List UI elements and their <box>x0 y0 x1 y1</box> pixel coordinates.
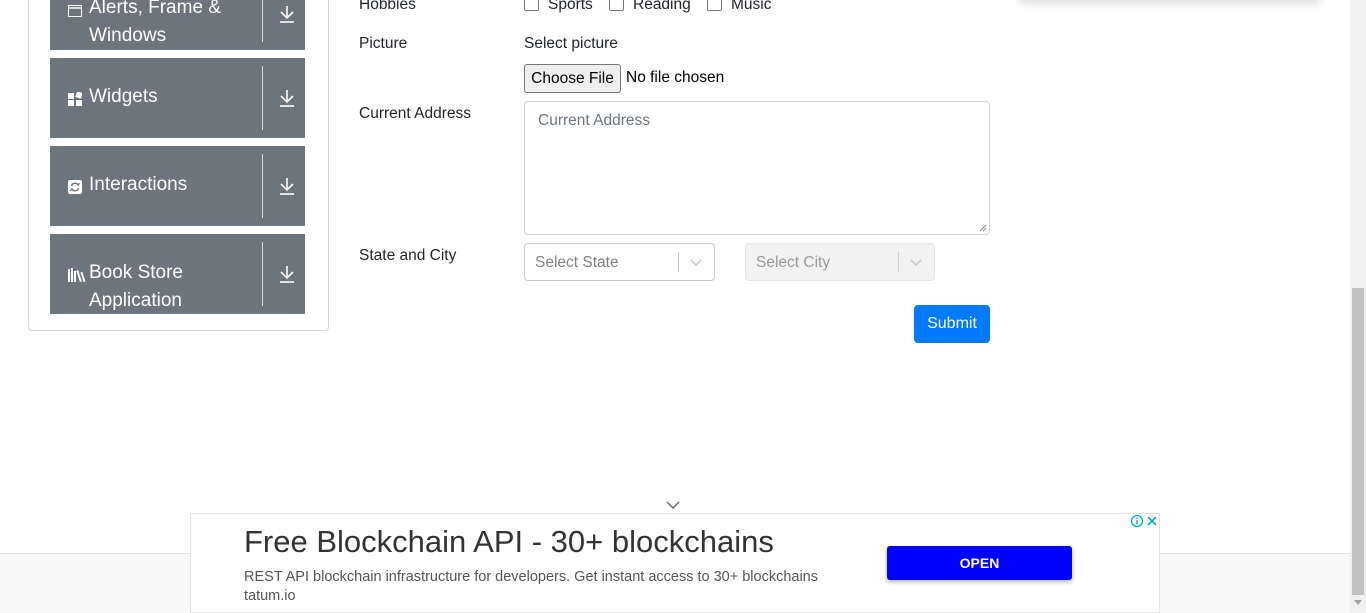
info-icon[interactable] <box>1130 514 1144 528</box>
ad-banner[interactable]: Free Blockchain API - 30+ blockchains RE… <box>190 513 1160 613</box>
sidebar-group-label: Alerts, Frame & <box>89 0 221 18</box>
ad-description[interactable]: REST API blockchain infrastructure for d… <box>244 568 844 606</box>
divider <box>678 252 679 272</box>
picture-label: Picture <box>359 35 408 52</box>
sidebar-group-label: Widgets <box>89 86 158 107</box>
city-select[interactable]: Select City <box>745 243 935 281</box>
chevron-down-icon <box>690 259 702 267</box>
divider <box>262 66 263 130</box>
sidebar-group-interactions[interactable]: Interactions <box>50 146 305 226</box>
widgets-icon <box>68 92 82 106</box>
sports-checkbox-label[interactable]: Sports <box>548 0 593 14</box>
music-checkbox[interactable] <box>707 0 722 11</box>
state-select[interactable]: Select State <box>524 243 715 281</box>
sidebar-group-label: Application <box>89 290 182 311</box>
sports-checkbox[interactable] <box>524 0 539 11</box>
vertical-scrollbar[interactable] <box>1350 0 1366 613</box>
download-arrow-icon[interactable] <box>279 88 295 108</box>
interactions-icon <box>68 180 82 194</box>
resize-handle-icon[interactable] <box>979 224 987 232</box>
sidebar-group-book-store[interactable]: Book Store Application <box>50 234 305 314</box>
books-icon <box>68 268 86 282</box>
sidebar-group-label: Windows <box>89 25 167 46</box>
hobbies-label: Hobbies <box>359 0 416 13</box>
divider <box>262 154 263 218</box>
sidebar-group-label: Book Store <box>89 262 183 283</box>
window-icon <box>68 5 82 17</box>
close-icon[interactable] <box>1145 514 1159 528</box>
sidebar-group-widgets[interactable]: Widgets <box>50 58 305 138</box>
chevron-down-icon <box>910 259 922 267</box>
select-picture-hint: Select picture <box>524 35 618 52</box>
download-arrow-icon[interactable] <box>279 264 295 284</box>
current-address-label: Current Address <box>359 105 471 122</box>
current-address-textarea[interactable]: Current Address <box>524 101 990 235</box>
file-status-text: No file chosen <box>626 69 725 86</box>
divider <box>898 252 899 272</box>
sidebar-group-label: Interactions <box>89 174 188 195</box>
choose-file-button[interactable]: Choose File <box>524 64 621 93</box>
scroll-down-arrow-icon[interactable] <box>1354 600 1362 606</box>
current-address-placeholder: Current Address <box>538 112 650 129</box>
reading-checkbox[interactable] <box>609 0 624 11</box>
state-city-label: State and City <box>359 247 457 264</box>
state-select-placeholder: Select State <box>535 254 619 271</box>
music-checkbox-label[interactable]: Music <box>731 0 771 14</box>
download-arrow-icon[interactable] <box>279 4 295 24</box>
scrollbar-thumb[interactable] <box>1352 288 1364 595</box>
divider <box>262 242 263 306</box>
city-select-placeholder: Select City <box>756 254 831 271</box>
sidebar-group-alerts-frame-windows[interactable]: Alerts, Frame & Windows <box>50 0 305 50</box>
reading-checkbox-label[interactable]: Reading <box>633 0 691 14</box>
chevron-down-icon[interactable] <box>666 500 680 510</box>
download-arrow-icon[interactable] <box>279 176 295 196</box>
submit-button[interactable]: Submit <box>914 305 990 343</box>
divider <box>262 0 263 42</box>
ad-open-button[interactable]: OPEN <box>887 546 1072 580</box>
ad-title[interactable]: Free Blockchain API - 30+ blockchains <box>244 524 774 560</box>
